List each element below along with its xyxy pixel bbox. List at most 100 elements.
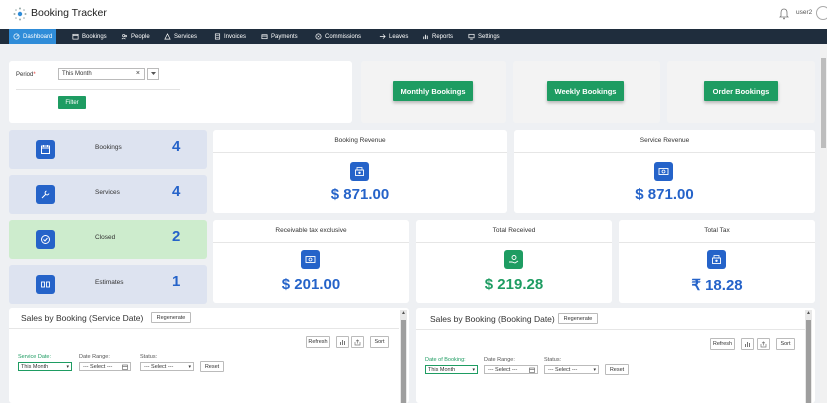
booking-date-label: Date of Booking: (425, 357, 466, 363)
stat-label: Estimates (95, 279, 124, 286)
card-value: $ 219.28 (484, 276, 544, 293)
services-icon (164, 33, 171, 40)
filter-button[interactable]: Filter (58, 96, 86, 109)
stat-card-bookings[interactable]: Bookings 4 (9, 130, 207, 169)
cash-register-icon (707, 250, 726, 269)
stat-label: Services (95, 189, 120, 196)
service-date-select[interactable]: This Month ▾ (18, 362, 72, 371)
chevron-down-icon: ▾ (472, 367, 475, 373)
settings-icon (468, 33, 475, 40)
filter-divider (16, 89, 180, 90)
nav-bookings[interactable]: Bookings (68, 29, 111, 44)
page-scrollbar[interactable] (820, 44, 827, 403)
calendar-icon[interactable] (529, 367, 535, 373)
chevron-down-icon: ▾ (593, 367, 596, 373)
hand-money-icon (504, 250, 523, 269)
bar-chart-icon (745, 341, 750, 347)
card-title: Total Received (492, 227, 536, 234)
service-revenue-card: Service Revenue $ 871.00 (514, 130, 815, 213)
calendar-icon[interactable] (122, 364, 128, 370)
reset-button[interactable]: Reset (200, 361, 224, 372)
nav-people[interactable]: People (117, 29, 154, 44)
total-received-card: Total Received $ 219.28 (416, 220, 612, 303)
export-icon (354, 338, 361, 345)
money-bill-icon (654, 162, 673, 181)
nav-settings[interactable]: Settings (464, 29, 504, 44)
reset-button[interactable]: Reset (605, 364, 629, 375)
monthly-bookings-button[interactable]: Monthly Bookings (393, 81, 473, 101)
scrollbar[interactable]: ▲ (805, 310, 812, 403)
weekly-bookings-button[interactable]: Weekly Bookings (547, 81, 624, 101)
refresh-button[interactable]: Refresh (306, 336, 330, 348)
panel-title: Sales by Booking (Booking Date) (430, 314, 555, 324)
invoices-icon (214, 33, 221, 40)
avatar[interactable] (816, 6, 827, 20)
receivable-tax-card: Receivable tax exclusive $ 201.00 (213, 220, 409, 303)
stat-value: 2 (172, 228, 181, 245)
regenerate-button[interactable]: Regenerate (151, 312, 191, 323)
cash-register-icon (350, 162, 369, 181)
refresh-button[interactable]: Refresh (710, 338, 735, 350)
date-range-input[interactable]: --- Select --- (484, 365, 538, 374)
nav-payments[interactable]: Payments (257, 29, 302, 44)
booking-date-select[interactable]: This Month ▾ (425, 365, 478, 374)
card-value: $ 871.00 (330, 186, 390, 203)
bookings-icon (72, 33, 79, 40)
top-bar: Booking Tracker user2 (0, 0, 827, 29)
status-select[interactable]: --- Select --- ▾ (140, 362, 194, 371)
chart-button[interactable] (336, 336, 349, 348)
export-button[interactable] (351, 336, 364, 348)
date-range-input[interactable]: --- Select --- (79, 362, 131, 371)
card-title: Service Revenue (639, 137, 690, 144)
payments-icon (261, 34, 268, 40)
chevron-down-icon: ▾ (188, 364, 191, 370)
nav-services[interactable]: Services (160, 29, 201, 44)
status-label: Status: (140, 354, 158, 360)
people-icon (121, 34, 127, 40)
period-filter-card: Period* This Month × Filter (9, 61, 352, 123)
period-select[interactable]: This Month × (58, 68, 145, 80)
clear-icon[interactable]: × (136, 70, 140, 77)
stat-label: Closed (95, 234, 116, 241)
nav-reports[interactable]: Reports (418, 29, 457, 44)
stat-value: 4 (172, 138, 181, 155)
calendar-icon (36, 140, 55, 159)
card-value: $ 201.00 (281, 276, 341, 293)
check-circle-icon (36, 230, 55, 249)
export-button[interactable] (757, 338, 770, 350)
chart-button[interactable] (741, 338, 754, 350)
username[interactable]: user2 (796, 9, 812, 16)
notification-bell-icon[interactable] (779, 8, 789, 20)
money-bill-icon (301, 250, 320, 269)
nav-leaves[interactable]: Leaves (375, 29, 412, 44)
commissions-icon (315, 33, 322, 40)
sort-button[interactable]: Sort (776, 338, 795, 350)
sales-service-date-panel: Sales by Booking (Service Date) Regenera… (9, 308, 409, 403)
date-range-label: Date Range: (484, 357, 515, 363)
nav-dashboard[interactable]: Dashboard (9, 29, 57, 44)
nav-invoices[interactable]: Invoices (210, 29, 250, 44)
stat-card-services[interactable]: Services 4 (9, 175, 207, 214)
app-logo-icon (13, 7, 27, 21)
main-nav: Dashboard Bookings People Services Invoi… (0, 29, 827, 44)
regenerate-button[interactable]: Regenerate (558, 313, 598, 324)
sales-booking-date-panel: Sales by Booking (Booking Date) Regenera… (416, 308, 815, 403)
stat-card-closed[interactable]: Closed 2 (9, 220, 207, 259)
period-dropdown-toggle[interactable] (147, 68, 159, 80)
status-select[interactable]: --- Select --- ▾ (544, 365, 599, 374)
card-title: Total Tax (704, 227, 730, 234)
order-bookings-button[interactable]: Order Bookings (704, 81, 778, 101)
app-title: Booking Tracker (31, 7, 107, 19)
bar-chart-icon (340, 339, 345, 345)
card-value: $ 871.00 (635, 186, 694, 203)
scrollbar[interactable]: ▲ (400, 310, 407, 403)
wrench-icon (36, 185, 55, 204)
monthly-bookings-card: Monthly Bookings (361, 61, 506, 123)
service-date-label: Service Date: (18, 354, 52, 360)
stat-value: 4 (172, 183, 181, 200)
total-tax-card: Total Tax ₹ 18.28 (619, 220, 815, 303)
sort-button[interactable]: Sort (370, 336, 389, 348)
stat-card-estimates[interactable]: Estimates 1 (9, 265, 207, 304)
export-icon (760, 340, 767, 347)
nav-commissions[interactable]: Commissions (311, 29, 365, 44)
